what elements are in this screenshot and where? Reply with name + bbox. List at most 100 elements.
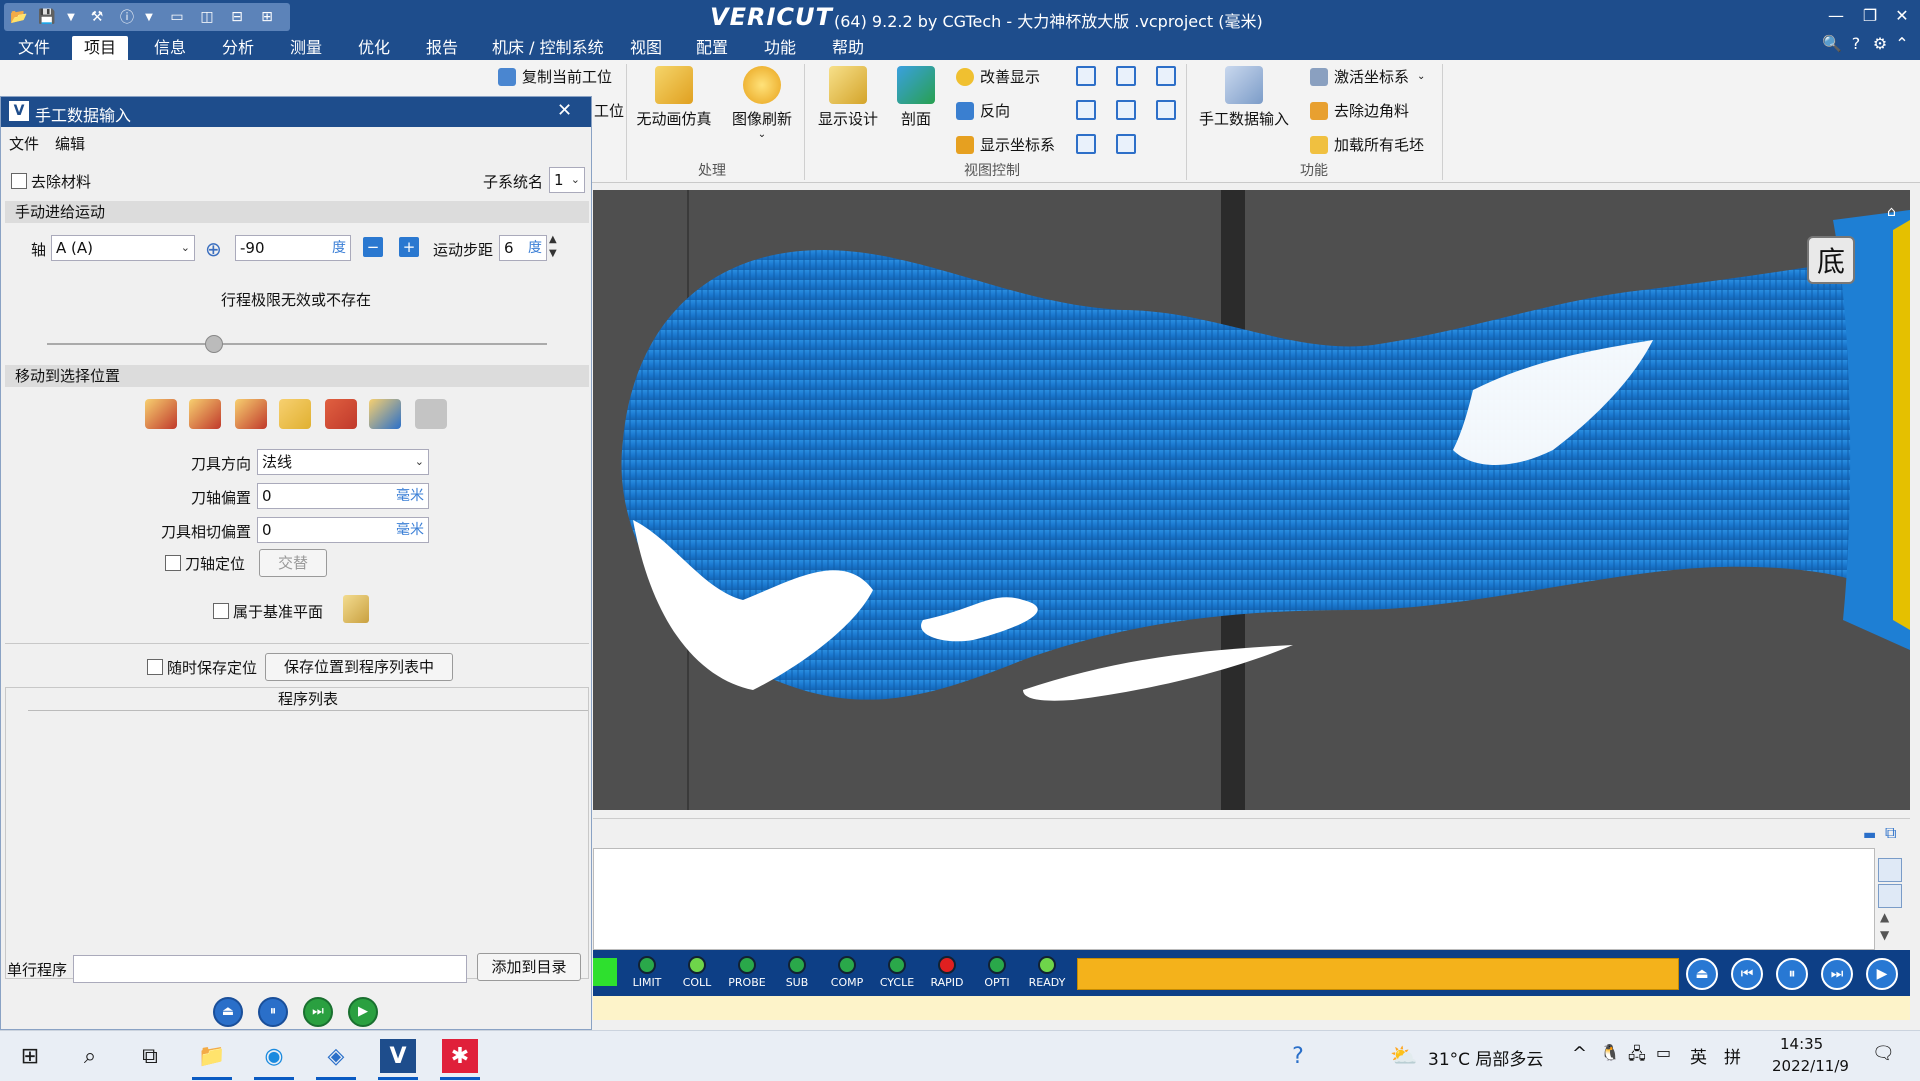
section-button[interactable]: 剖面 xyxy=(888,66,944,129)
subsystem-select[interactable]: 1 ⌄ xyxy=(549,167,585,193)
step-icon[interactable]: ⏭ xyxy=(1821,958,1853,990)
tools-icon[interactable]: ⚒ xyxy=(84,5,110,29)
tangent-offset-input[interactable]: 0 毫米 xyxy=(257,517,429,543)
chevron-down-icon[interactable]: ▼ xyxy=(136,5,162,29)
layout-split-horizontal-icon[interactable]: ⊟ xyxy=(224,5,250,29)
menu-view[interactable]: 视图 xyxy=(618,36,674,60)
menu-function[interactable]: 功能 xyxy=(752,36,808,60)
chevron-up-icon[interactable]: ⌃ xyxy=(1888,34,1916,53)
menu-project[interactable]: 项目 xyxy=(72,36,129,60)
search-icon[interactable]: ⌕ xyxy=(72,1039,108,1073)
fit-icon[interactable] xyxy=(1116,100,1136,120)
clock-date[interactable]: 2022/11/9 xyxy=(1772,1057,1849,1075)
step-spinner[interactable]: ▲ ▼ xyxy=(549,233,557,261)
ime-language[interactable]: 英 xyxy=(1690,1043,1707,1068)
crosshair-icon[interactable]: ⊕ xyxy=(205,237,222,261)
view-arrange-icon[interactable] xyxy=(1116,134,1136,154)
menu-optimize[interactable]: 优化 xyxy=(346,36,402,60)
battery-icon[interactable]: ▭ xyxy=(1656,1043,1671,1062)
clear-log-icon[interactable] xyxy=(1878,884,1902,908)
chevron-up-icon[interactable]: ^ xyxy=(1572,1043,1587,1064)
close-icon[interactable]: ✕ xyxy=(1888,6,1916,25)
no-animation-button[interactable]: 无动画仿真 xyxy=(634,66,714,129)
menu-help[interactable]: 帮助 xyxy=(820,36,876,60)
reset-model-icon[interactable]: ⏏ xyxy=(1686,958,1718,990)
windows-start-icon[interactable]: ⊞ xyxy=(12,1039,48,1073)
mdi-button[interactable]: 手工数据输入 xyxy=(1194,66,1294,129)
plus-icon[interactable]: + xyxy=(399,237,419,257)
network-icon[interactable]: 🖧 xyxy=(1628,1043,1646,1070)
remove-material-checkbox[interactable] xyxy=(11,173,27,189)
view-split-icon[interactable] xyxy=(1076,100,1096,120)
zoom-icon[interactable] xyxy=(1116,66,1136,86)
section-move-header[interactable]: 移动到选择位置 xyxy=(5,365,589,387)
edge-icon[interactable]: ◉ xyxy=(256,1039,292,1073)
clock-time[interactable]: 14:35 xyxy=(1780,1035,1823,1053)
grid-cross-icon[interactable] xyxy=(1156,100,1176,120)
scroll-up-icon[interactable]: ▲ xyxy=(1880,910,1889,924)
tool-to-point-icon[interactable] xyxy=(145,399,177,429)
pause-icon[interactable]: ⏸ xyxy=(1776,958,1808,990)
grid-four-icon[interactable] xyxy=(1156,66,1176,86)
play-icon[interactable]: ▶ xyxy=(348,997,378,1027)
axis-select[interactable]: A (A) ⌄ xyxy=(51,235,195,261)
log-icon[interactable] xyxy=(1878,858,1902,882)
message-console[interactable] xyxy=(593,848,1875,950)
program-list-panel[interactable]: 程序列表 xyxy=(5,687,589,979)
dialog-menu-edit[interactable]: 编辑 xyxy=(55,133,85,154)
step-icon[interactable]: ⏭ xyxy=(303,997,333,1027)
task-view-icon[interactable]: ⧉ xyxy=(132,1039,168,1073)
copy-position-button[interactable]: 复制当前工位 xyxy=(498,66,612,87)
restore-icon[interactable]: ❐ xyxy=(1856,6,1884,25)
file-explorer-icon[interactable]: 📁 xyxy=(194,1039,230,1073)
minus-icon[interactable]: − xyxy=(363,237,383,257)
remove-chamfer-button[interactable]: 去除边角料 xyxy=(1310,100,1409,121)
position-button[interactable]: 工位 xyxy=(594,100,624,121)
angle-input[interactable]: -90 度 xyxy=(235,235,351,261)
chevron-down-icon[interactable]: ▼ xyxy=(58,5,84,29)
menu-analysis[interactable]: 分析 xyxy=(210,36,266,60)
layout-grid-icon[interactable]: ⊞ xyxy=(254,5,280,29)
menu-report[interactable]: 报告 xyxy=(414,36,470,60)
layout-single-icon[interactable]: ▭ xyxy=(164,5,190,29)
home-icon[interactable]: ⌂ xyxy=(1887,204,1896,220)
minimize-icon[interactable]: ▬ xyxy=(1863,827,1876,843)
belongs-base-checkbox[interactable] xyxy=(213,603,229,619)
ime-mode[interactable]: 拼 xyxy=(1724,1043,1741,1068)
menu-measure[interactable]: 测量 xyxy=(278,36,334,60)
3d-viewport[interactable]: ⌂ 底 xyxy=(593,190,1910,810)
save-always-checkbox[interactable] xyxy=(147,659,163,675)
qq-icon[interactable]: 🐧 xyxy=(1600,1043,1620,1062)
show-csys-button[interactable]: 显示坐标系 xyxy=(956,134,1055,155)
help-icon[interactable]: ? xyxy=(1280,1039,1316,1073)
tool-direction-select[interactable]: 法线 ⌄ xyxy=(257,449,429,475)
view-cube[interactable]: 底 xyxy=(1807,236,1855,284)
alternate-button[interactable]: 交替 xyxy=(259,549,327,577)
play-icon[interactable]: ▶ xyxy=(1866,958,1898,990)
axis-offset-input[interactable]: 0 毫米 xyxy=(257,483,429,509)
single-program-input[interactable] xyxy=(73,955,467,983)
save-to-list-button[interactable]: 保存位置到程序列表中 xyxy=(265,653,453,681)
show-design-button[interactable]: 显示设计 xyxy=(810,66,886,129)
pause-icon[interactable]: ⏸ xyxy=(258,997,288,1027)
axis-locate-checkbox[interactable] xyxy=(165,555,181,571)
view-stack-icon[interactable] xyxy=(1076,134,1096,154)
app-icon[interactable]: ◈ xyxy=(318,1039,354,1073)
app-red-icon[interactable]: ✱ xyxy=(442,1039,478,1073)
activate-csys-button[interactable]: 激活坐标系 ⌄ xyxy=(1310,66,1425,87)
tool-to-edge-icon[interactable] xyxy=(189,399,221,429)
save-icon[interactable]: 💾 xyxy=(34,5,60,29)
tool-to-surface-icon[interactable] xyxy=(279,399,311,429)
plane-pick-icon[interactable] xyxy=(343,595,369,623)
improve-display-button[interactable]: 改善显示 xyxy=(956,66,1040,87)
tool-to-center-icon[interactable] xyxy=(235,399,267,429)
dialog-menu-file[interactable]: 文件 xyxy=(9,133,39,154)
menu-machine-control[interactable]: 机床 / 控制系统 xyxy=(480,36,616,60)
rewind-icon[interactable]: ⏮ xyxy=(1731,958,1763,990)
open-icon[interactable]: 📂 xyxy=(6,5,32,29)
section-jog-header[interactable]: 手动进给运动 xyxy=(5,201,589,223)
refresh-button[interactable]: 图像刷新 ⌄ xyxy=(724,66,800,140)
view-single-icon[interactable] xyxy=(1076,66,1096,86)
scroll-down-icon[interactable]: ▼ xyxy=(1880,928,1889,942)
load-stock-button[interactable]: 加载所有毛坯 xyxy=(1310,134,1424,155)
